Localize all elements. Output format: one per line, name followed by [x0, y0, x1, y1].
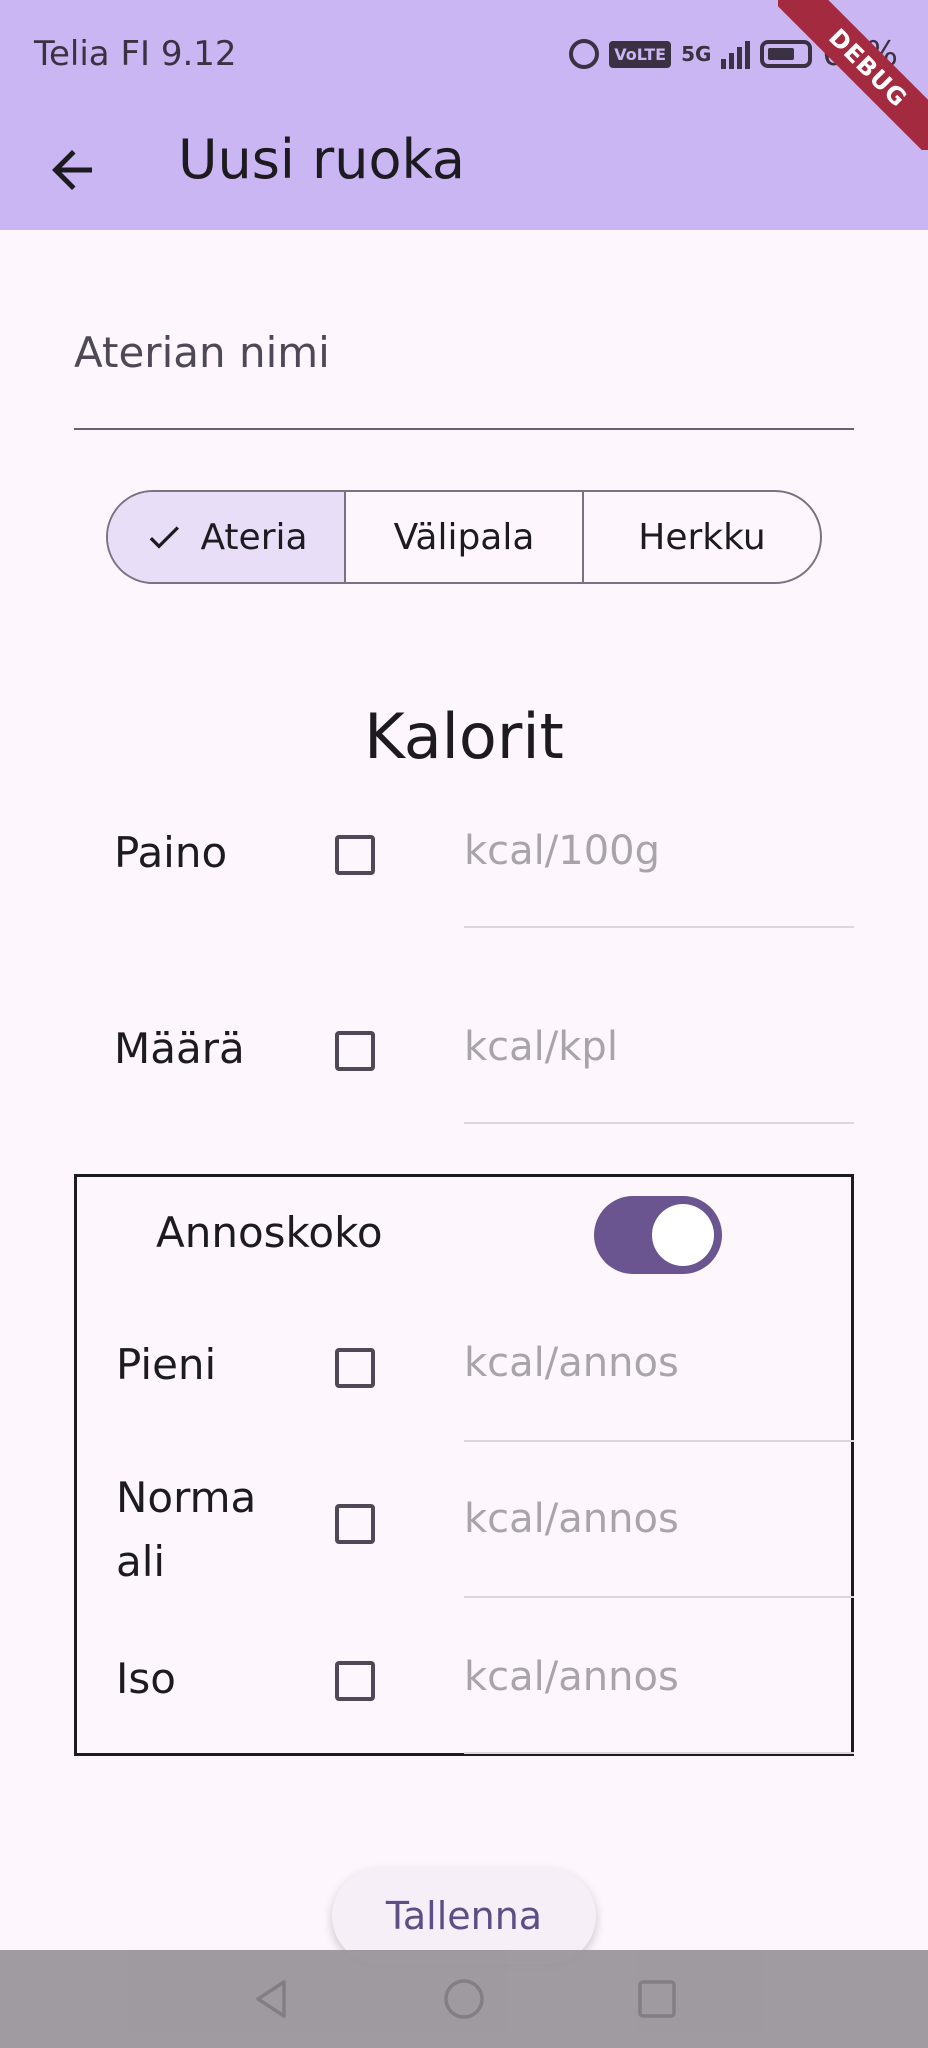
network-type: 5G	[681, 42, 712, 66]
segment-herkku[interactable]: Herkku	[584, 492, 820, 582]
size-small-kcal-placeholder: kcal/annos	[464, 1340, 679, 1386]
debug-banner: DEBUG	[778, 0, 928, 150]
segment-valipala[interactable]: Välipala	[346, 492, 584, 582]
status-time: 9.12	[160, 34, 237, 74]
size-small-kcal-input[interactable]: kcal/annos	[464, 1340, 854, 1442]
calories-section-title: Kalorit	[364, 700, 564, 773]
nav-recents-icon[interactable]	[632, 1974, 682, 2024]
back-button[interactable]	[42, 140, 102, 200]
alarm-icon	[569, 39, 600, 69]
size-normal-kcal-placeholder: kcal/annos	[464, 1496, 679, 1542]
size-small-label: Pieni	[116, 1340, 217, 1389]
meal-name-placeholder: Aterian nimi	[74, 328, 330, 377]
toggle-knob	[652, 1204, 714, 1266]
count-kcal-placeholder: kcal/kpl	[464, 1024, 618, 1070]
size-normal-label: Norma ali	[116, 1473, 257, 1586]
weight-label: Paino	[114, 828, 228, 877]
size-normal-checkbox[interactable]	[335, 1504, 375, 1544]
segment-label: Ateria	[200, 516, 308, 558]
weight-kcal-placeholder: kcal/100g	[464, 828, 660, 874]
meal-name-field[interactable]: Aterian nimi	[74, 328, 854, 430]
weight-kcal-input[interactable]: kcal/100g	[464, 826, 854, 928]
portion-toggle[interactable]	[594, 1196, 722, 1274]
size-normal-kcal-input[interactable]: kcal/annos	[464, 1496, 854, 1598]
count-kcal-input[interactable]: kcal/kpl	[464, 1022, 854, 1124]
page-title: Uusi ruoka	[178, 128, 465, 191]
segment-ateria[interactable]: Ateria	[108, 492, 346, 582]
segment-label: Herkku	[638, 516, 766, 558]
nav-home-icon[interactable]	[439, 1974, 489, 2024]
size-small-checkbox[interactable]	[335, 1348, 375, 1388]
status-carrier-time: Telia FI 9.12	[34, 34, 237, 74]
category-segmented-control: Ateria Välipala Herkku	[106, 490, 822, 584]
volte-icon: VoLTE	[609, 40, 672, 68]
check-icon	[150, 526, 180, 549]
count-label: Määrä	[114, 1024, 245, 1073]
system-nav-bar	[0, 1950, 928, 2048]
size-large-label: Iso	[116, 1654, 176, 1703]
weight-checkbox[interactable]	[335, 835, 375, 875]
size-large-checkbox[interactable]	[335, 1661, 375, 1701]
carrier-label: Telia FI	[34, 34, 151, 74]
portion-label: Annoskoko	[156, 1208, 383, 1257]
segment-label: Välipala	[393, 516, 535, 558]
back-arrow-icon	[52, 150, 92, 190]
size-large-kcal-placeholder: kcal/annos	[464, 1654, 679, 1700]
nav-back-icon[interactable]	[246, 1974, 296, 2024]
signal-icon	[721, 39, 751, 69]
size-large-kcal-input[interactable]: kcal/annos	[464, 1652, 854, 1754]
debug-label: DEBUG	[778, 0, 928, 150]
count-checkbox[interactable]	[335, 1031, 375, 1071]
